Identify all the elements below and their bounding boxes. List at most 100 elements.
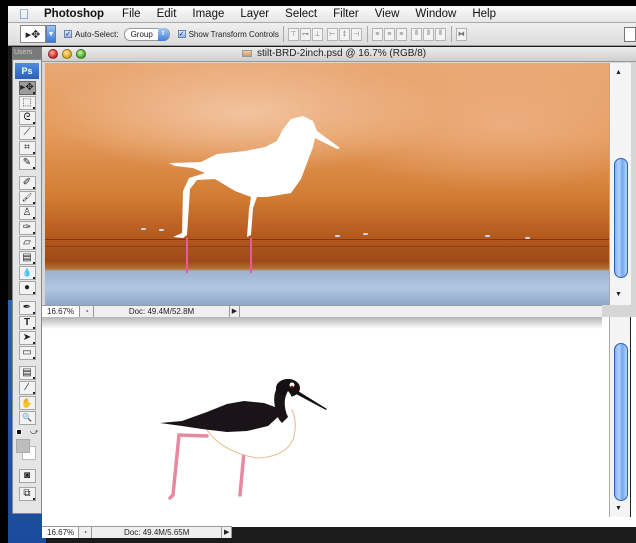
quick-mask-button[interactable]: ◙ [18,469,36,483]
scroll-down-arrow-icon[interactable]: ▼ [615,291,622,298]
menu-help[interactable]: Help [464,8,504,20]
show-transform-controls-checkbox[interactable]: ✓ Show Transform Controls [177,30,279,39]
type-tool-button[interactable]: T [18,316,36,330]
zoom-preview-icon[interactable]: ◔ [79,527,93,538]
water-drop-icon: 💧 [22,268,32,277]
status-menu-arrow-icon[interactable]: ▶ [230,306,240,317]
color-swatches: ⤻ [13,427,41,465]
document-titlebar[interactable]: stilt-BRD-2inch.psd @ 16.7% (RGB/8) [42,47,636,62]
blur-tool-button[interactable]: 💧 [18,266,36,280]
move-tool-icon: ▸✥ [25,28,41,41]
magic-wand-tool-button[interactable]: ⟋ [18,126,36,140]
status-menu-arrow-icon[interactable]: ▶ [222,527,232,538]
zoom-button[interactable] [76,49,86,59]
lasso-tool-button[interactable]: ᘓ [18,111,36,125]
scrollbar-thumb-2[interactable] [614,343,628,501]
scroll-up-arrow-icon[interactable]: ▲ [615,69,622,76]
dodge-tool-button[interactable]: ● [18,281,36,295]
bandage-icon: ✐ [22,177,32,188]
align-vertical-center-button[interactable]: ⊶ [299,27,311,41]
bird-front-leg [238,450,246,497]
distribute-right-button[interactable]: ⫴ [434,27,446,41]
auto-select-mode-value: Group [130,29,153,39]
auto-align-layers-button[interactable]: ⧓ [455,27,467,41]
align-left-button[interactable]: ⊢ [326,27,338,41]
gradient-tool-button[interactable]: ▤ [18,251,36,265]
menu-file[interactable]: File [114,8,149,20]
clone-stamp-tool-button[interactable]: ♙ [18,206,36,220]
history-brush-icon: ✑ [22,222,32,233]
apple-icon[interactable]:  [8,6,40,22]
menu-edit[interactable]: Edit [149,8,185,20]
distribute-left-button[interactable]: ⫴ [410,27,422,41]
tool-preset-dropdown-arrow[interactable]: ▼ [46,25,56,43]
eraser-tool-button[interactable]: ▱ [18,236,36,250]
palette-well-button[interactable] [624,26,636,42]
vertical-scrollbar-2[interactable]: ▼ [609,317,631,517]
pen-tool-button[interactable]: ✒ [18,301,36,315]
notes-tool-button[interactable]: ▤ [18,366,36,380]
distribute-vertical-center-button[interactable]: ≡ [383,27,395,41]
align-top-button[interactable]: ⊤ [287,27,299,41]
move-tool-button[interactable]: ▸✥ [18,81,36,95]
eraser-icon: ▱ [23,237,31,248]
hand-tool-button[interactable]: ✋ [18,396,36,410]
menu-app-photoshop[interactable]: Photoshop [40,8,114,20]
auto-select-checkbox[interactable]: ✓ Auto-Select: [64,30,119,39]
bird-silhouette [169,116,340,238]
healing-brush-tool-button[interactable]: ✐ [18,176,36,190]
status-bar-2: 16.67% ◔ Doc: 49.4M/5.65M ▶ [42,526,232,538]
tool-preset-picker[interactable]: ▸✥ [20,25,46,43]
minimize-button[interactable] [62,49,72,59]
foreground-color-swatch[interactable] [16,439,30,453]
distribute-top-button[interactable]: ≡ [371,27,383,41]
scroll-down-arrow-icon[interactable]: ▼ [615,505,622,512]
window-shadow [42,317,602,329]
vertical-scrollbar[interactable]: ▲ ▼ [609,63,631,305]
magic-wand-icon: ⟋ [23,127,31,138]
brush-icon: 🖌 [21,193,33,202]
photoshop-logo[interactable]: Ps [15,63,39,79]
align-horizontal-center-button[interactable]: ‡ [338,27,350,41]
menu-select[interactable]: Select [277,8,325,20]
brush-tool-button[interactable]: 🖌 [18,191,36,205]
zoom-preview-icon[interactable]: ◔ [80,306,94,317]
swap-colors-icon[interactable]: ⤻ [30,427,39,437]
document-title-text: stilt-BRD-2inch.psd @ 16.7% (RGB/8) [257,48,427,59]
eyedropper-tool-button[interactable]: ⁄ [18,381,36,395]
menu-layer[interactable]: Layer [232,8,277,20]
tools-panel-tab[interactable]: Users [12,47,42,59]
bird-back-leg [168,433,209,500]
image-canvas-1[interactable] [45,63,609,305]
scrollbar-thumb[interactable] [614,158,628,278]
crop-tool-button[interactable]: ⌗ [18,141,36,155]
align-right-button[interactable]: ⊣ [350,27,362,41]
document-size-info-2: Doc: 49.4M/5.65M [92,527,223,538]
path-selection-tool-button[interactable]: ➤ [18,331,36,345]
menu-bar:  Photoshop File Edit Image Layer Select… [8,6,636,23]
default-colors-icon[interactable] [16,429,22,435]
menu-view[interactable]: View [367,8,408,20]
menu-window[interactable]: Window [407,8,464,20]
close-button[interactable] [48,49,58,59]
menu-image[interactable]: Image [184,8,232,20]
auto-select-mode-select[interactable]: Group ⇕ [123,27,170,41]
zoom-tool-button[interactable]: 🔍 [18,411,36,425]
menu-filter[interactable]: Filter [325,8,367,20]
zoom-level-field-2[interactable]: 16.67% [42,527,79,538]
lasso-icon: ᘓ [23,112,31,123]
distribute-horizontal-center-button[interactable]: ⫴ [422,27,434,41]
history-brush-tool-button[interactable]: ✑ [18,221,36,235]
align-bottom-button[interactable]: ⊥ [311,27,323,41]
distribute-bottom-button[interactable]: ≡ [395,27,407,41]
document-title: stilt-BRD-2inch.psd @ 16.7% (RGB/8) [242,48,426,59]
rectangle-tool-button[interactable]: ▭ [18,346,36,360]
checkmark-icon: ✓ [177,30,186,38]
marquee-tool-button[interactable]: ⬚ [18,96,36,110]
image-canvas-2[interactable] [42,317,602,527]
slice-tool-button[interactable]: ✎ [18,156,36,170]
screen-mode-button[interactable]: ⧉ [18,487,36,501]
zoom-level-field[interactable]: 16.67% [42,306,80,317]
divider [366,26,368,42]
hand-icon: ✋ [21,398,33,408]
